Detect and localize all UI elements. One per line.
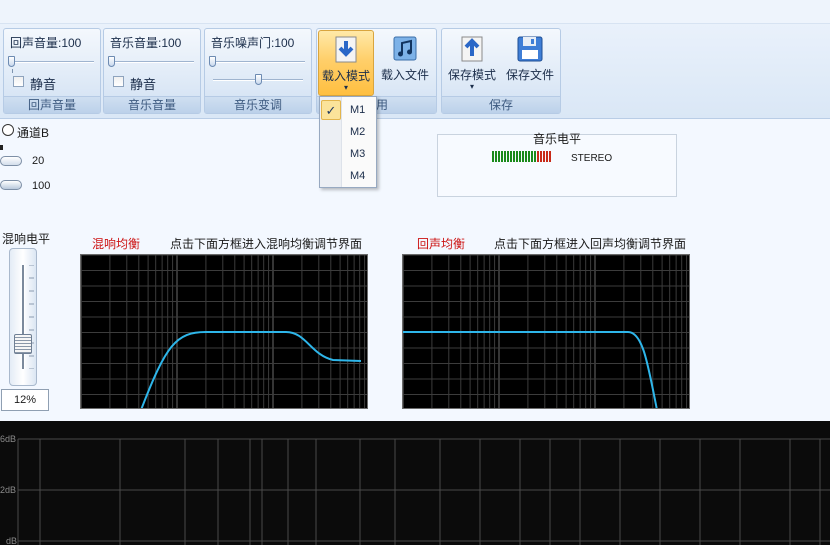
reverb-eq-label: 混响均衡 <box>92 237 141 251</box>
save-group-label: 保存 <box>442 96 560 113</box>
vu-bar <box>513 151 515 162</box>
music-volume-title: 音乐音量:100 <box>110 36 182 50</box>
vu-bar <box>516 151 518 162</box>
music-pitch-group: 音乐噪声门:100 音乐变调 <box>204 28 312 114</box>
menu-item-m1[interactable]: M1 <box>350 104 365 116</box>
mix-level-label: 混响电平 <box>2 232 51 246</box>
music-pitch-group-label: 音乐变调 <box>205 96 311 113</box>
channel-b-radio[interactable] <box>2 124 14 136</box>
check-icon: ✓ <box>321 100 341 120</box>
load-file-button[interactable]: 载入文件 <box>376 30 434 92</box>
reverb-eq-hint: 点击下面方框进入混响均衡调节界面 <box>170 237 363 251</box>
vu-bar <box>540 151 542 162</box>
title-strip <box>0 0 830 24</box>
load-mode-dropdown: ✓ M1 M2 M3 M4 <box>319 96 377 188</box>
menu-item-m3[interactable]: M3 <box>350 148 365 160</box>
noise-gate-track[interactable] <box>211 61 305 63</box>
echo-volume-group: 回声音量:100 静音 回声音量 <box>3 28 101 114</box>
slider-2-thumb[interactable] <box>0 180 22 190</box>
load-mode-button[interactable]: 载入模式 ▾ <box>318 30 374 96</box>
echo-eq-label: 回声均衡 <box>417 237 466 251</box>
music-level-title: 音乐电平 <box>532 132 581 146</box>
vu-bar <box>543 151 545 162</box>
music-volume-group-label: 音乐音量 <box>104 96 200 113</box>
mix-level-thumb[interactable] <box>14 334 32 354</box>
save-file-button[interactable]: 保存文件 <box>502 30 558 92</box>
load-mode-label: 载入模式 <box>321 69 370 83</box>
vu-bar <box>531 151 533 162</box>
echo-eq-graph[interactable] <box>402 254 690 409</box>
slider-1-value: 20 <box>32 155 45 167</box>
echo-volume-thumb[interactable] <box>8 56 15 67</box>
music-mute-label: 静音 <box>130 77 157 92</box>
save-mode-label: 保存模式 <box>447 68 496 82</box>
mix-level-slider[interactable] <box>9 248 37 386</box>
noise-gate-title: 音乐噪声门:100 <box>211 36 295 50</box>
vu-bar <box>495 151 497 162</box>
save-mode-button[interactable]: 保存模式 ▾ <box>444 30 500 96</box>
echo-volume-track[interactable] <box>10 61 94 63</box>
stereo-label: STEREO <box>571 153 613 164</box>
axis-label-6db: 6dB <box>0 434 16 444</box>
menu-item-m2[interactable]: M2 <box>350 126 365 138</box>
tick <box>12 69 13 73</box>
music-volume-track[interactable] <box>110 61 194 63</box>
music-level-panel: 音乐电平 STEREO <box>437 132 677 197</box>
echo-eq-hint: 点击下面方框进入回声均衡调节界面 <box>494 237 687 251</box>
vu-meter <box>492 151 551 162</box>
pitch-thumb[interactable] <box>255 74 262 85</box>
vu-bar <box>519 151 521 162</box>
chevron-down-icon: ▾ <box>469 82 474 91</box>
music-file-icon <box>393 36 417 61</box>
save-mode-icon <box>461 36 483 62</box>
vu-bar <box>510 151 512 162</box>
echo-mute-label: 静音 <box>30 77 57 92</box>
tick <box>0 145 3 150</box>
menu-item-m4[interactable]: M4 <box>350 170 365 182</box>
slider-2-value: 100 <box>32 180 51 192</box>
echo-volume-title: 回声音量:100 <box>10 36 82 50</box>
vu-bar <box>522 151 524 162</box>
axis-label-2db: 2dB <box>0 485 16 495</box>
load-mode-icon <box>335 36 357 63</box>
save-file-label: 保存文件 <box>505 68 554 82</box>
music-volume-group: 音乐音量:100 静音 音乐音量 <box>103 28 201 114</box>
vu-bar <box>498 151 500 162</box>
music-volume-thumb[interactable] <box>108 56 115 67</box>
music-mute-checkbox[interactable] <box>113 76 124 87</box>
reverb-eq-graph[interactable] <box>80 254 368 409</box>
slider-1-thumb[interactable] <box>0 156 22 166</box>
vu-bar <box>528 151 530 162</box>
echo-eq-curve <box>403 331 658 408</box>
reverb-eq-curve <box>140 331 362 408</box>
vu-bar <box>537 151 539 162</box>
vu-bar <box>507 151 509 162</box>
noise-gate-thumb[interactable] <box>209 56 216 67</box>
vu-bar <box>525 151 527 162</box>
vu-bar <box>549 151 551 162</box>
vu-bar <box>492 151 494 162</box>
vu-bar <box>546 151 548 162</box>
echo-volume-group-label: 回声音量 <box>4 96 100 113</box>
load-file-label: 载入文件 <box>380 68 429 82</box>
floppy-disk-icon <box>517 36 543 62</box>
echo-mute-checkbox[interactable] <box>13 76 24 87</box>
channel-b-label: 通道B <box>17 126 50 140</box>
vu-bar <box>504 151 506 162</box>
chevron-down-icon: ▾ <box>343 83 348 92</box>
vu-bar <box>534 151 536 162</box>
vu-bar <box>501 151 503 162</box>
spectrum-display: 6dB 2dB dB <box>0 421 830 545</box>
axis-label-db: dB <box>6 536 17 545</box>
mix-level-percent: 12% <box>1 389 49 411</box>
